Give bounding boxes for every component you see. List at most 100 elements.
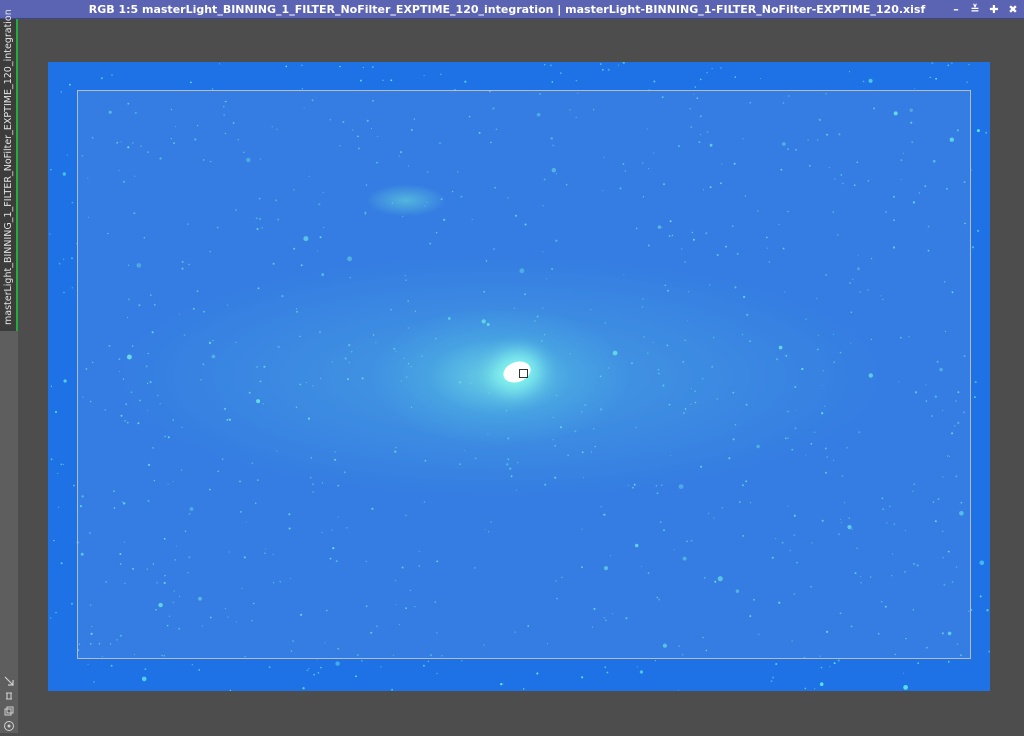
star [862,80,865,83]
star [63,258,65,260]
star [49,233,51,235]
shade-icon[interactable]: ≚ [970,0,980,19]
star [551,81,554,83]
star [543,63,546,66]
star [607,68,610,71]
star [947,660,950,663]
title-bar[interactable]: RGB 1:5 masterLight_BINNING_1_FILTER_NoF… [0,0,1024,19]
star [313,673,315,676]
star [935,77,937,80]
star [986,609,989,612]
window-title: RGB 1:5 masterLight_BINNING_1_FILTER_NoF… [88,3,926,16]
star [985,132,987,134]
star [380,666,382,668]
star [436,672,438,675]
star [772,676,775,679]
star [464,80,467,83]
star [903,672,905,674]
star [536,672,539,675]
star [951,62,953,64]
star [111,74,113,76]
link-icon[interactable] [3,687,15,700]
star [362,66,364,69]
arrow-icon[interactable] [3,672,15,686]
star [198,669,200,671]
star [979,560,985,566]
star [58,262,61,265]
copy-icon[interactable] [3,702,15,716]
star [461,660,463,662]
star [335,661,340,666]
star [903,685,908,690]
star [820,666,823,669]
star [302,687,305,690]
star [971,246,975,249]
star [968,63,970,66]
star [440,73,442,75]
star [57,472,59,474]
star [711,68,713,70]
star [71,287,73,289]
view-tab[interactable]: masterLight_BINNING_1_FILTER_NoFilter_EX… [0,9,18,331]
star [617,64,620,66]
star [73,484,75,487]
minimize-icon[interactable]: – [951,0,961,19]
target-icon[interactable] [3,717,15,731]
star [144,668,147,670]
star [602,69,604,71]
star [833,662,836,665]
star [50,385,52,387]
star [268,666,271,668]
star [636,666,638,668]
star [71,602,73,605]
star [62,172,66,176]
star [829,666,831,668]
image-viewport[interactable] [48,62,990,691]
star [677,690,679,691]
star [69,83,71,86]
star [93,681,95,683]
star [988,650,990,653]
star [50,458,53,461]
star [63,379,67,383]
close-icon[interactable]: ✖ [1008,0,1018,19]
star [301,64,303,67]
star [654,660,656,662]
star [502,683,504,685]
star [60,562,63,565]
star [931,62,934,65]
star [390,79,393,82]
window-controls: – ≚ ✚ ✖ [951,0,1018,19]
star [382,79,384,82]
star [55,612,57,614]
star [320,666,322,669]
star [63,291,65,294]
star [974,381,977,384]
star [100,77,103,80]
star [53,539,55,542]
star [62,463,64,465]
star [581,676,584,679]
view-tab-label: masterLight_BINNING_1_FILTER_NoFilter_EX… [3,9,14,325]
star [622,62,625,64]
star [868,78,873,83]
star [141,676,147,682]
star [974,396,976,398]
star [500,683,503,686]
star [575,79,578,82]
star [976,129,980,133]
star [371,66,374,68]
star [427,660,429,663]
maximize-icon[interactable]: ✚ [989,0,999,19]
star [229,689,231,691]
star [914,88,916,90]
star [599,63,602,65]
star [604,666,607,669]
star [422,664,425,667]
star [639,670,644,674]
star [50,617,52,619]
star [60,463,63,466]
star [87,663,89,665]
star [50,169,52,171]
star [653,80,656,83]
